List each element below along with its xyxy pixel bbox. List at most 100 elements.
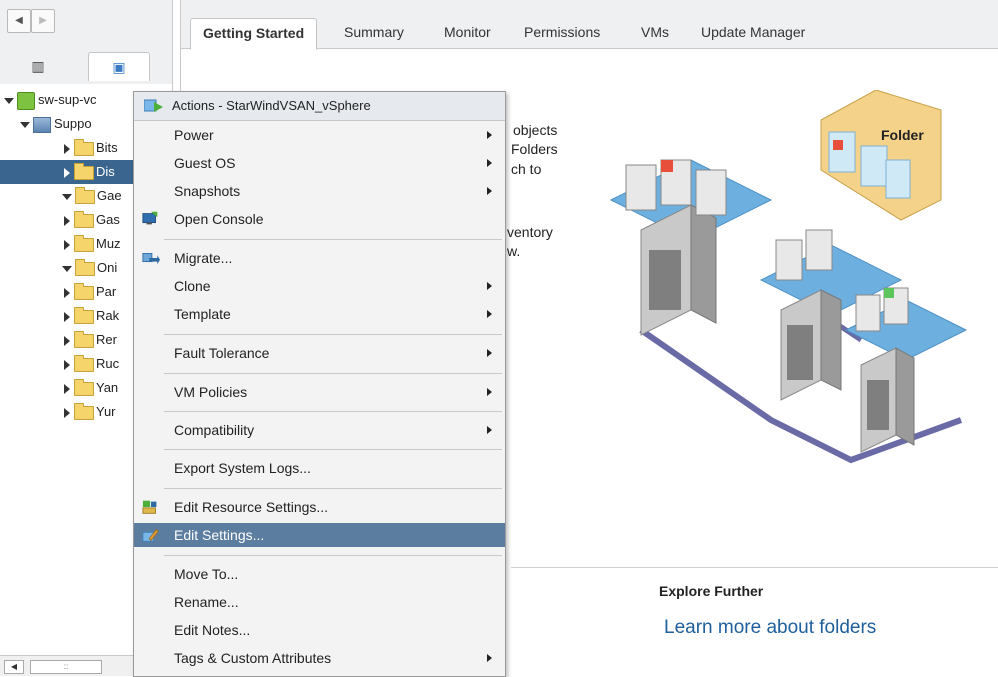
server-icon xyxy=(640,204,717,336)
expand-toggle[interactable] xyxy=(64,287,70,298)
submenu-arrow-icon xyxy=(487,131,492,139)
tree-label: Rer xyxy=(96,332,117,347)
expand-toggle[interactable] xyxy=(64,143,70,154)
menu-item-rename[interactable]: Rename... xyxy=(134,590,505,614)
menu-item-open-console[interactable]: Open Console xyxy=(134,207,505,231)
scroll-left-button[interactable]: ◀ xyxy=(4,660,24,674)
object-tabs: Getting Started Summary Monitor Permissi… xyxy=(181,0,998,50)
menu-item-label: Template xyxy=(174,306,231,322)
submenu-arrow-icon xyxy=(487,310,492,318)
tree-label: Bits xyxy=(96,140,118,155)
submenu-arrow-icon xyxy=(487,349,492,357)
tree-label: Ruc xyxy=(96,356,120,371)
context-menu: Actions - StarWindVSAN_vSphere Power Gues… xyxy=(133,91,506,677)
folder-icon xyxy=(820,90,942,221)
expand-toggle[interactable] xyxy=(4,97,14,104)
expand-toggle[interactable] xyxy=(64,407,70,418)
menu-item-label: Guest OS xyxy=(174,155,236,171)
expand-toggle[interactable] xyxy=(64,383,70,394)
menu-item-label: Tags & Custom Attributes xyxy=(174,650,332,666)
tree-label: Par xyxy=(96,284,117,299)
menu-separator xyxy=(164,373,502,374)
explore-further-heading: Explore Further xyxy=(659,583,764,599)
folder-icon xyxy=(74,330,94,348)
expand-toggle[interactable] xyxy=(64,215,70,226)
menu-item-compatibility[interactable]: Compatibility xyxy=(134,418,505,442)
menu-separator xyxy=(164,239,502,240)
menu-item-fault-tolerance[interactable]: Fault Tolerance xyxy=(134,341,505,365)
menu-item-move-to[interactable]: Move To... xyxy=(134,562,505,586)
menu-item-tags-custom-attributes[interactable]: Tags & Custom Attributes xyxy=(134,646,505,670)
submenu-arrow-icon xyxy=(487,187,492,195)
tree-label: Yan xyxy=(96,380,119,395)
menu-item-export-system-logs[interactable]: Export System Logs... xyxy=(134,456,505,480)
menu-item-edit-resource-settings[interactable]: Edit Resource Settings... xyxy=(134,495,505,519)
learn-more-folders-link[interactable]: Learn more about folders xyxy=(664,617,876,639)
menu-item-label: Clone xyxy=(174,278,211,294)
vms-templates-tab[interactable]: ▣ xyxy=(88,52,150,81)
vcenter-icon xyxy=(17,91,35,110)
intro-text-line: ventory xyxy=(507,224,553,240)
menu-item-label: Compatibility xyxy=(174,422,255,438)
edit-settings-icon xyxy=(142,528,159,542)
menu-item-template[interactable]: Template xyxy=(134,302,505,326)
folder-icon xyxy=(74,354,94,372)
expand-toggle[interactable] xyxy=(64,359,70,370)
tab-getting-started[interactable]: Getting Started xyxy=(190,18,318,50)
menu-item-snapshots[interactable]: Snapshots xyxy=(134,179,505,203)
menu-separator xyxy=(164,334,502,335)
expand-toggle[interactable] xyxy=(64,239,70,250)
folder-icon xyxy=(74,378,94,396)
scroll-thumb[interactable]: :: xyxy=(30,660,102,674)
menu-item-label: Snapshots xyxy=(174,183,241,199)
expand-toggle[interactable] xyxy=(64,335,70,346)
expand-toggle[interactable] xyxy=(64,167,70,178)
menu-item-vm-policies[interactable]: VM Policies xyxy=(134,380,505,404)
menu-item-power[interactable]: Power xyxy=(134,123,505,147)
server-icon xyxy=(860,347,915,453)
menu-item-label: Edit Resource Settings... xyxy=(174,499,329,515)
menu-item-label: Migrate... xyxy=(174,250,233,266)
folder-icon xyxy=(74,162,94,180)
tab-summary[interactable]: Summary xyxy=(344,18,404,48)
folder-label: Folder xyxy=(881,127,924,143)
vms-templates-icon: ▣ xyxy=(112,59,126,75)
tree-label: Dis xyxy=(96,164,115,179)
console-icon xyxy=(142,211,158,225)
menu-item-guest-os[interactable]: Guest OS xyxy=(134,151,505,175)
menu-item-label: Export System Logs... xyxy=(174,460,311,476)
context-menu-title: Actions - StarWindVSAN_vSphere xyxy=(172,98,371,113)
folder-icon xyxy=(74,282,94,300)
tab-permissions[interactable]: Permissions xyxy=(524,18,600,48)
expand-toggle[interactable] xyxy=(62,193,72,200)
hosts-clusters-tab[interactable]: ▥ xyxy=(8,52,68,80)
tab-vms[interactable]: VMs xyxy=(641,18,669,48)
resource-settings-icon xyxy=(142,500,157,514)
tab-update-manager[interactable]: Update Manager xyxy=(701,18,805,48)
folder-icon xyxy=(74,210,94,228)
menu-item-migrate[interactable]: Migrate... xyxy=(134,246,505,270)
tree-label: Muz xyxy=(96,236,121,251)
menu-item-edit-settings[interactable]: Edit Settings... xyxy=(134,523,505,547)
menu-item-label: VM Policies xyxy=(174,384,248,400)
navigator-header: ◀ ▶ ▥ ▣ xyxy=(0,0,172,84)
tree-label: Rak xyxy=(96,308,120,323)
menu-item-label: Move To... xyxy=(174,566,239,582)
tab-monitor[interactable]: Monitor xyxy=(444,18,491,48)
hosts-icon: ▥ xyxy=(31,58,45,74)
menu-item-label: Fault Tolerance xyxy=(174,345,270,361)
back-button[interactable]: ◀ xyxy=(7,9,31,33)
expand-toggle[interactable] xyxy=(64,311,70,322)
expand-toggle[interactable] xyxy=(20,121,30,128)
menu-item-clone[interactable]: Clone xyxy=(134,274,505,298)
menu-item-label: Edit Notes... xyxy=(174,622,251,638)
folder-icon xyxy=(74,234,94,252)
menu-separator xyxy=(164,411,502,412)
menu-item-edit-notes[interactable]: Edit Notes... xyxy=(134,618,505,642)
forward-button[interactable]: ▶ xyxy=(31,9,55,33)
expand-toggle[interactable] xyxy=(62,265,72,272)
submenu-arrow-icon xyxy=(487,282,492,290)
menu-item-label: Edit Settings... xyxy=(174,527,265,543)
folder-icon xyxy=(74,138,94,156)
submenu-arrow-icon xyxy=(487,426,492,434)
